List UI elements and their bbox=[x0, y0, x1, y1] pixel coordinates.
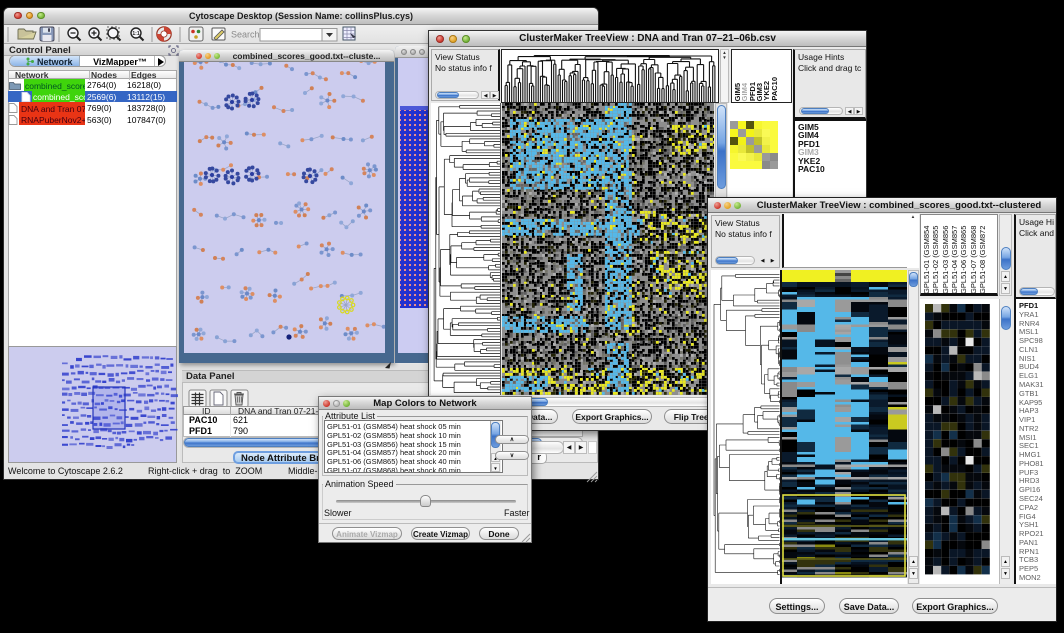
svg-text:Search:: Search: bbox=[231, 30, 262, 40]
svg-text:1:1: 1:1 bbox=[132, 31, 139, 37]
